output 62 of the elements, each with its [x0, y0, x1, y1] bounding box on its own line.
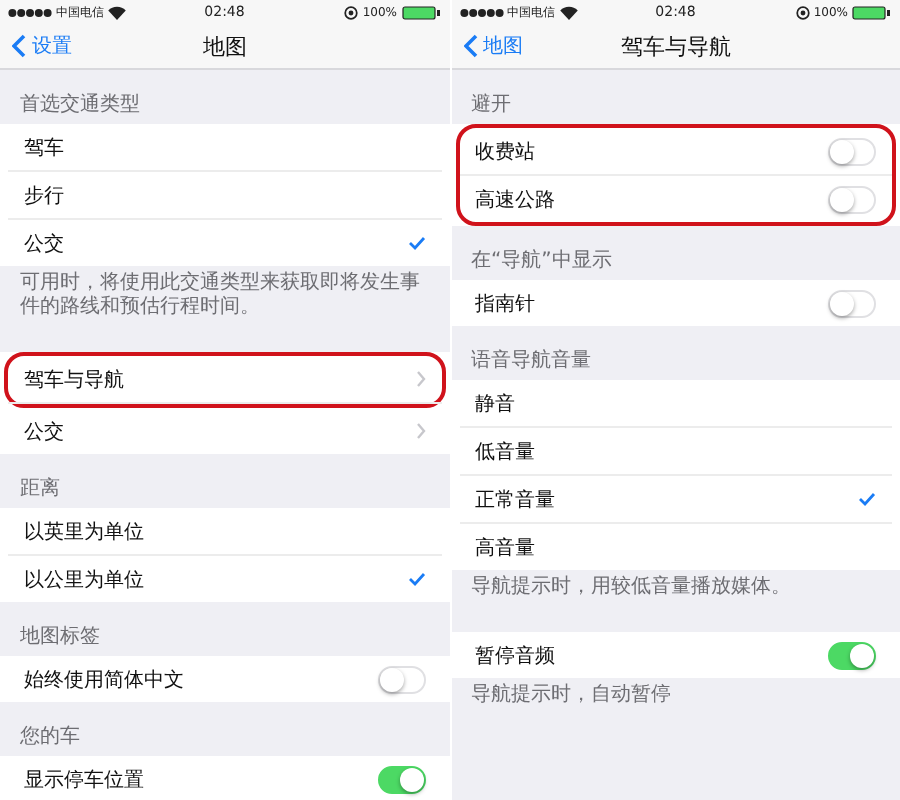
row-label: 静音 [475, 391, 515, 417]
chevron-icon [415, 422, 425, 440]
settings-row[interactable]: 以公里为单位 [8, 556, 441, 602]
signal-icon [8, 7, 52, 17]
settings-row[interactable]: 正常音量 [459, 476, 892, 524]
section-header: 语音导航音量 [469, 347, 593, 376]
settings-row[interactable]: 驾车 [8, 124, 441, 172]
location-icon [795, 5, 810, 19]
section-header: 在“导航”中显示 [469, 247, 614, 276]
row-label: 高音量 [475, 535, 535, 561]
settings-row[interactable]: 低音量 [459, 428, 892, 476]
settings-row[interactable]: 静音 [459, 380, 892, 428]
settings-row[interactable]: 高音量 [459, 524, 892, 570]
toggle-switch[interactable] [377, 765, 425, 793]
row-label: 显示停车位置 [24, 767, 144, 793]
section-header: 距离 [18, 475, 62, 504]
location-icon [344, 5, 359, 19]
row-label: 驾车与导航 [24, 367, 124, 393]
settings-row[interactable]: 高速公路 [459, 176, 892, 222]
row-label: 步行 [24, 183, 64, 209]
wifi-icon [108, 5, 126, 19]
row-label: 指南针 [475, 291, 535, 317]
back-chevron-icon [12, 34, 26, 58]
settings-row[interactable]: 公交 [8, 408, 441, 454]
battery-icon [401, 5, 441, 19]
settings-row[interactable]: 以英里为单位 [8, 508, 441, 556]
row-label: 以英里为单位 [24, 519, 144, 545]
toggle-switch[interactable] [828, 137, 876, 165]
settings-row[interactable]: 驾车与导航 [8, 356, 441, 404]
chevron-icon [415, 370, 425, 388]
section-header: 首选交通类型 [18, 91, 142, 120]
section-footer: 可用时，将使用此交通类型来获取即将发生事件的路线和预估行程时间。 [0, 266, 449, 320]
wifi-icon [559, 5, 577, 19]
row-label: 暂停音频 [475, 643, 555, 669]
row-label: 公交 [24, 419, 64, 445]
back-button[interactable]: 设置 [0, 32, 84, 60]
settings-row[interactable]: 收费站 [459, 128, 892, 176]
section-header: 地图标签 [18, 623, 102, 652]
settings-row[interactable]: 公交 [8, 220, 441, 266]
battery-icon [852, 5, 892, 19]
section-header: 避开 [469, 91, 513, 120]
row-label: 高速公路 [475, 187, 555, 213]
back-button[interactable]: 地图 [451, 32, 535, 60]
row-label: 以公里为单位 [24, 567, 144, 593]
row-label: 收费站 [475, 139, 535, 165]
section-header: 您的车 [18, 723, 82, 752]
back-chevron-icon [463, 34, 477, 58]
signal-icon [459, 7, 503, 17]
screen-title: 驾车与导航 [620, 31, 731, 61]
toggle-switch[interactable] [828, 289, 876, 317]
row-label: 始终使用简体中文 [24, 667, 184, 693]
settings-row[interactable]: 步行 [8, 172, 441, 220]
section-footer: 导航提示时，用较低音量播放媒体。 [451, 570, 900, 600]
toggle-switch[interactable] [828, 641, 876, 669]
row-label: 正常音量 [475, 487, 555, 513]
row-label: 驾车 [24, 135, 64, 161]
section-footer: 导航提示时，自动暂停 [451, 678, 900, 708]
row-label: 公交 [24, 231, 64, 257]
toggle-switch[interactable] [377, 665, 425, 693]
screen-title: 地图 [202, 31, 247, 61]
toggle-switch[interactable] [828, 185, 876, 213]
row-label: 低音量 [475, 439, 535, 465]
